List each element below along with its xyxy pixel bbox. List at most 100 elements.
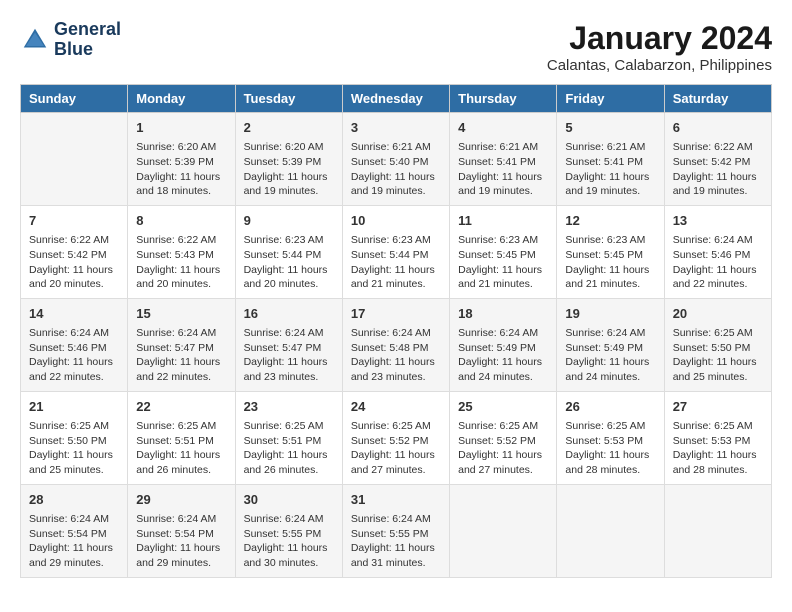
cell-content: Sunrise: 6:24 AM Sunset: 5:46 PM Dayligh… [29, 326, 119, 385]
calendar-cell [557, 484, 664, 577]
cell-content: Sunrise: 6:22 AM Sunset: 5:42 PM Dayligh… [673, 140, 763, 199]
cell-content: Sunrise: 6:24 AM Sunset: 5:47 PM Dayligh… [244, 326, 334, 385]
day-number: 25 [458, 398, 548, 416]
day-number: 13 [673, 212, 763, 230]
calendar-table: SundayMondayTuesdayWednesdayThursdayFrid… [20, 84, 772, 578]
day-number: 31 [351, 491, 441, 509]
title-block: January 2024 Calantas, Calabarzon, Phili… [547, 20, 772, 74]
column-header-friday: Friday [557, 85, 664, 113]
calendar-cell: 28 Sunrise: 6:24 AM Sunset: 5:54 PM Dayli… [21, 484, 128, 577]
calendar-cell: 18 Sunrise: 6:24 AM Sunset: 5:49 PM Dayli… [450, 298, 557, 391]
cell-content: Sunrise: 6:24 AM Sunset: 5:46 PM Dayligh… [673, 233, 763, 292]
day-number: 27 [673, 398, 763, 416]
calendar-cell: 13 Sunrise: 6:24 AM Sunset: 5:46 PM Dayli… [664, 205, 771, 298]
cell-content: Sunrise: 6:24 AM Sunset: 5:54 PM Dayligh… [136, 512, 226, 571]
day-number: 1 [136, 119, 226, 137]
cell-content: Sunrise: 6:24 AM Sunset: 5:47 PM Dayligh… [136, 326, 226, 385]
calendar-cell: 31Sunrise: 6:24 AM Sunset: 5:55 PM Dayli… [342, 484, 449, 577]
cell-content: Sunrise: 6:24 AM Sunset: 5:54 PM Dayligh… [29, 512, 119, 571]
week-row-4: 21 Sunrise: 6:25 AM Sunset: 5:50 PM Dayli… [21, 391, 772, 484]
calendar-cell: 5 Sunrise: 6:21 AM Sunset: 5:41 PM Daylig… [557, 113, 664, 206]
day-number: 17 [351, 305, 441, 323]
calendar-cell: 11 Sunrise: 6:23 AM Sunset: 5:45 PM Dayli… [450, 205, 557, 298]
calendar-cell: 22 Sunrise: 6:25 AM Sunset: 5:51 PM Dayli… [128, 391, 235, 484]
week-row-1: 1 Sunrise: 6:20 AM Sunset: 5:39 PM Daylig… [21, 113, 772, 206]
calendar-cell [450, 484, 557, 577]
day-number: 22 [136, 398, 226, 416]
calendar-cell: 14 Sunrise: 6:24 AM Sunset: 5:46 PM Dayli… [21, 298, 128, 391]
column-header-wednesday: Wednesday [342, 85, 449, 113]
calendar-cell: 6 Sunrise: 6:22 AM Sunset: 5:42 PM Daylig… [664, 113, 771, 206]
column-headers: SundayMondayTuesdayWednesdayThursdayFrid… [21, 85, 772, 113]
calendar-cell: 29 Sunrise: 6:24 AM Sunset: 5:54 PM Dayli… [128, 484, 235, 577]
logo-text: General Blue [54, 20, 121, 60]
day-number: 18 [458, 305, 548, 323]
day-number: 5 [565, 119, 655, 137]
calendar-cell: 15Sunrise: 6:24 AM Sunset: 5:47 PM Dayli… [128, 298, 235, 391]
cell-content: Sunrise: 6:25 AM Sunset: 5:52 PM Dayligh… [351, 419, 441, 478]
calendar-cell: 9 Sunrise: 6:23 AM Sunset: 5:44 PM Daylig… [235, 205, 342, 298]
cell-content: Sunrise: 6:21 AM Sunset: 5:41 PM Dayligh… [458, 140, 548, 199]
calendar-cell: 1 Sunrise: 6:20 AM Sunset: 5:39 PM Daylig… [128, 113, 235, 206]
cell-content: Sunrise: 6:20 AM Sunset: 5:39 PM Dayligh… [136, 140, 226, 199]
cell-content: Sunrise: 6:23 AM Sunset: 5:45 PM Dayligh… [565, 233, 655, 292]
cell-content: Sunrise: 6:23 AM Sunset: 5:44 PM Dayligh… [351, 233, 441, 292]
day-number: 6 [673, 119, 763, 137]
day-number: 11 [458, 212, 548, 230]
cell-content: Sunrise: 6:24 AM Sunset: 5:49 PM Dayligh… [565, 326, 655, 385]
cell-content: Sunrise: 6:25 AM Sunset: 5:53 PM Dayligh… [673, 419, 763, 478]
calendar-cell: 10 Sunrise: 6:23 AM Sunset: 5:44 PM Dayli… [342, 205, 449, 298]
day-number: 12 [565, 212, 655, 230]
day-number: 21 [29, 398, 119, 416]
column-header-saturday: Saturday [664, 85, 771, 113]
calendar-cell: 26 Sunrise: 6:25 AM Sunset: 5:53 PM Dayli… [557, 391, 664, 484]
cell-content: Sunrise: 6:23 AM Sunset: 5:44 PM Dayligh… [244, 233, 334, 292]
week-row-5: 28 Sunrise: 6:24 AM Sunset: 5:54 PM Dayli… [21, 484, 772, 577]
calendar-cell: 2Sunrise: 6:20 AM Sunset: 5:39 PM Daylig… [235, 113, 342, 206]
day-number: 20 [673, 305, 763, 323]
calendar-cell: 19 Sunrise: 6:24 AM Sunset: 5:49 PM Dayli… [557, 298, 664, 391]
day-number: 28 [29, 491, 119, 509]
calendar-cell: 20 Sunrise: 6:25 AM Sunset: 5:50 PM Dayli… [664, 298, 771, 391]
calendar-cell: 17Sunrise: 6:24 AM Sunset: 5:48 PM Dayli… [342, 298, 449, 391]
week-row-2: 7Sunrise: 6:22 AM Sunset: 5:42 PM Daylig… [21, 205, 772, 298]
day-number: 16 [244, 305, 334, 323]
cell-content: Sunrise: 6:24 AM Sunset: 5:49 PM Dayligh… [458, 326, 548, 385]
day-number: 8 [136, 212, 226, 230]
cell-content: Sunrise: 6:22 AM Sunset: 5:43 PM Dayligh… [136, 233, 226, 292]
day-number: 10 [351, 212, 441, 230]
column-header-tuesday: Tuesday [235, 85, 342, 113]
cell-content: Sunrise: 6:25 AM Sunset: 5:52 PM Dayligh… [458, 419, 548, 478]
cell-content: Sunrise: 6:24 AM Sunset: 5:55 PM Dayligh… [244, 512, 334, 571]
cell-content: Sunrise: 6:25 AM Sunset: 5:50 PM Dayligh… [29, 419, 119, 478]
calendar-cell [664, 484, 771, 577]
day-number: 29 [136, 491, 226, 509]
cell-content: Sunrise: 6:21 AM Sunset: 5:40 PM Dayligh… [351, 140, 441, 199]
cell-content: Sunrise: 6:25 AM Sunset: 5:51 PM Dayligh… [244, 419, 334, 478]
day-number: 14 [29, 305, 119, 323]
column-header-thursday: Thursday [450, 85, 557, 113]
column-header-monday: Monday [128, 85, 235, 113]
day-number: 9 [244, 212, 334, 230]
cell-content: Sunrise: 6:25 AM Sunset: 5:51 PM Dayligh… [136, 419, 226, 478]
cell-content: Sunrise: 6:25 AM Sunset: 5:53 PM Dayligh… [565, 419, 655, 478]
day-number: 2 [244, 119, 334, 137]
cell-content: Sunrise: 6:25 AM Sunset: 5:50 PM Dayligh… [673, 326, 763, 385]
cell-content: Sunrise: 6:23 AM Sunset: 5:45 PM Dayligh… [458, 233, 548, 292]
week-row-3: 14 Sunrise: 6:24 AM Sunset: 5:46 PM Dayli… [21, 298, 772, 391]
day-number: 24 [351, 398, 441, 416]
logo-icon [20, 25, 50, 55]
calendar-cell: 27 Sunrise: 6:25 AM Sunset: 5:53 PM Dayli… [664, 391, 771, 484]
column-header-sunday: Sunday [21, 85, 128, 113]
cell-content: Sunrise: 6:21 AM Sunset: 5:41 PM Dayligh… [565, 140, 655, 199]
day-number: 19 [565, 305, 655, 323]
logo: General Blue [20, 20, 121, 60]
calendar-cell: 30Sunrise: 6:24 AM Sunset: 5:55 PM Dayli… [235, 484, 342, 577]
day-number: 26 [565, 398, 655, 416]
calendar-cell: 8 Sunrise: 6:22 AM Sunset: 5:43 PM Daylig… [128, 205, 235, 298]
calendar-cell: 16 Sunrise: 6:24 AM Sunset: 5:47 PM Dayli… [235, 298, 342, 391]
calendar-cell: 23Sunrise: 6:25 AM Sunset: 5:51 PM Dayli… [235, 391, 342, 484]
calendar-cell: 25 Sunrise: 6:25 AM Sunset: 5:52 PM Dayli… [450, 391, 557, 484]
day-number: 3 [351, 119, 441, 137]
page-header: General Blue January 2024 Calantas, Cala… [20, 20, 772, 74]
